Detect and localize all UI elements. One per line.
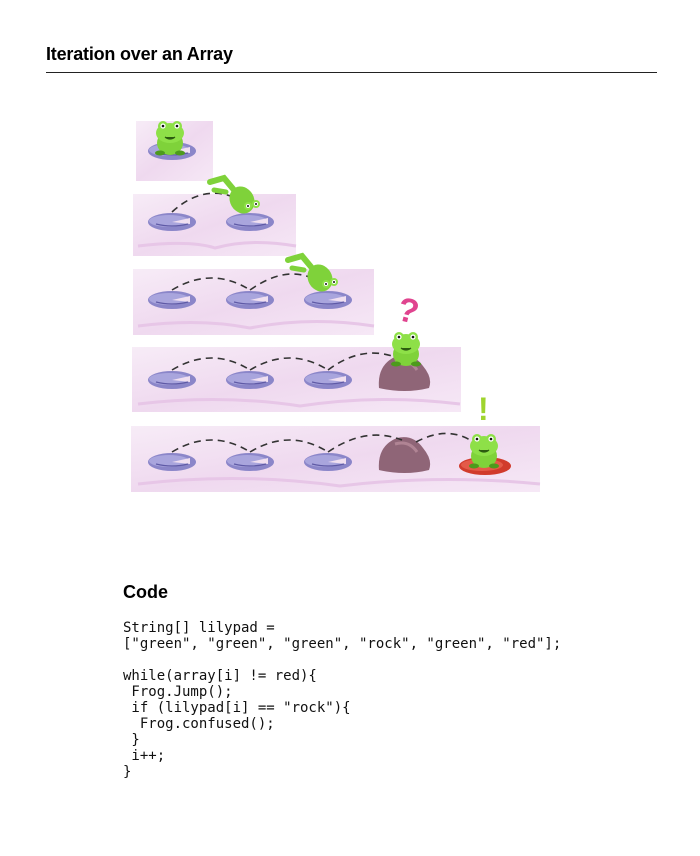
scene-step-3 bbox=[133, 256, 375, 335]
code-line: i++; bbox=[123, 748, 166, 764]
code-line: while(array[i] != red){ bbox=[123, 668, 317, 684]
code-line: Frog.Jump(); bbox=[123, 684, 233, 700]
code-section-heading: Code bbox=[123, 582, 168, 602]
question-mark-icon: ? bbox=[393, 290, 422, 332]
frog-lilypad-illustration: ? ! bbox=[131, 120, 541, 492]
code-line: } bbox=[123, 764, 132, 780]
code-line: String[] lilypad = bbox=[123, 620, 275, 636]
scene-step-1 bbox=[136, 120, 213, 181]
exclamation-mark-icon: ! bbox=[478, 391, 489, 427]
code-line: } bbox=[123, 732, 140, 748]
scene-step-2 bbox=[133, 178, 297, 256]
code-line: if (lilypad[i] == "rock"){ bbox=[123, 700, 351, 716]
code-line: Frog.confused(); bbox=[123, 716, 275, 732]
code-block: String[] lilypad = ["green", "green", "gr… bbox=[123, 620, 561, 780]
code-line: ["green", "green", "green", "rock", "gre… bbox=[123, 636, 562, 652]
